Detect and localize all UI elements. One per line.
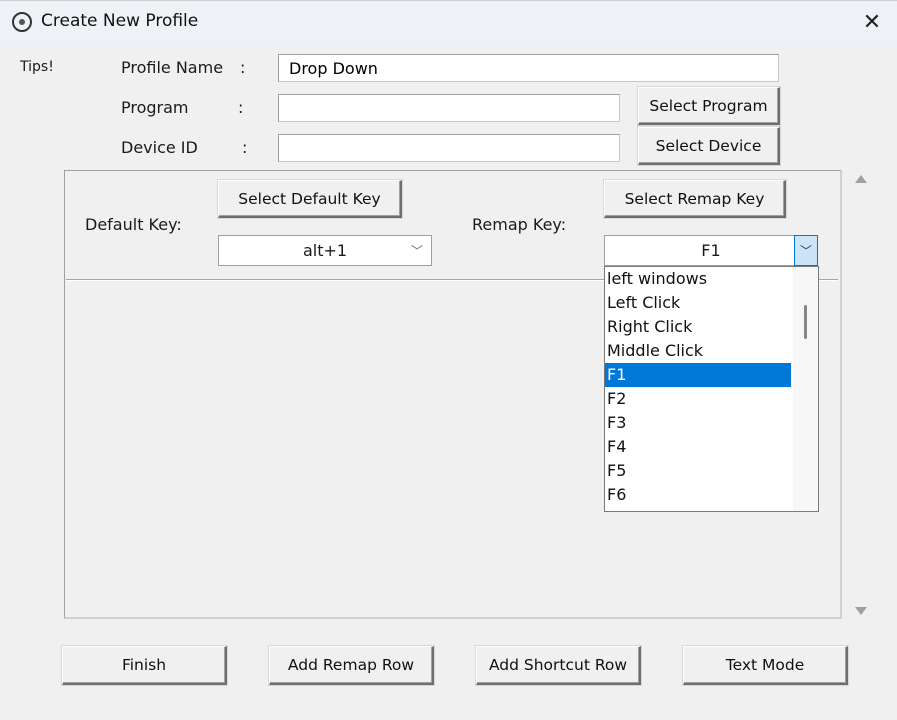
remap-key-label: Remap Key: xyxy=(472,215,567,234)
dropdown-item[interactable]: F6 xyxy=(605,483,791,507)
text-mode-button[interactable]: Text Mode xyxy=(683,646,848,685)
device-id-input[interactable] xyxy=(278,134,620,162)
close-button[interactable]: ✕ xyxy=(850,5,894,39)
chevron-down-icon[interactable]: ﹀ xyxy=(407,236,427,265)
device-id-label: Device ID xyxy=(121,138,198,157)
select-default-key-button[interactable]: Select Default Key xyxy=(218,180,402,218)
dropdown-item[interactable]: Left Click xyxy=(605,291,791,315)
dropdown-item[interactable]: F3 xyxy=(605,411,791,435)
dropdown-item[interactable]: F2 xyxy=(605,387,791,411)
program-colon: : xyxy=(238,98,244,117)
dropdown-scrollbar[interactable] xyxy=(793,267,818,511)
default-key-label: Default Key: xyxy=(85,215,182,234)
remap-key-combobox[interactable]: F1 ﹀ xyxy=(604,235,818,266)
dropdown-item[interactable]: F5 xyxy=(605,459,791,483)
profile-name-label: Profile Name xyxy=(121,58,224,77)
remap-key-dropdown-list[interactable]: left windows Left Click Right Click Midd… xyxy=(604,266,819,512)
select-device-button[interactable]: Select Device xyxy=(638,127,780,165)
remap-key-value: F1 xyxy=(701,241,721,260)
dropdown-item[interactable]: Middle Click xyxy=(605,339,791,363)
default-key-combobox[interactable]: alt+1 ﹀ xyxy=(218,235,432,266)
chevron-down-icon[interactable]: ﹀ xyxy=(794,235,818,266)
finish-button[interactable]: Finish xyxy=(62,646,227,685)
dropdown-item[interactable]: Right Click xyxy=(605,315,791,339)
program-label: Program xyxy=(121,98,189,117)
tips-label[interactable]: Tips! xyxy=(20,59,54,75)
profile-name-colon: : xyxy=(240,58,246,77)
default-key-value: alt+1 xyxy=(302,241,348,260)
dropdown-item-selected[interactable]: F1 xyxy=(605,363,791,387)
dropdown-scrollbar-thumb[interactable] xyxy=(804,305,807,339)
device-id-colon: : xyxy=(242,138,248,157)
window-title: Create New Profile xyxy=(41,11,199,31)
dropdown-item[interactable]: F4 xyxy=(605,435,791,459)
scroll-down-arrow-icon[interactable] xyxy=(855,607,867,615)
app-icon xyxy=(12,12,32,32)
scroll-up-arrow-icon[interactable] xyxy=(855,175,867,183)
program-input[interactable] xyxy=(278,94,620,122)
select-remap-key-button[interactable]: Select Remap Key xyxy=(604,180,786,218)
profile-name-input[interactable] xyxy=(278,54,779,82)
dropdown-item[interactable]: left windows xyxy=(605,267,791,291)
select-program-button[interactable]: Select Program xyxy=(638,87,780,125)
add-shortcut-row-button[interactable]: Add Shortcut Row xyxy=(476,646,641,685)
add-remap-row-button[interactable]: Add Remap Row xyxy=(269,646,434,685)
